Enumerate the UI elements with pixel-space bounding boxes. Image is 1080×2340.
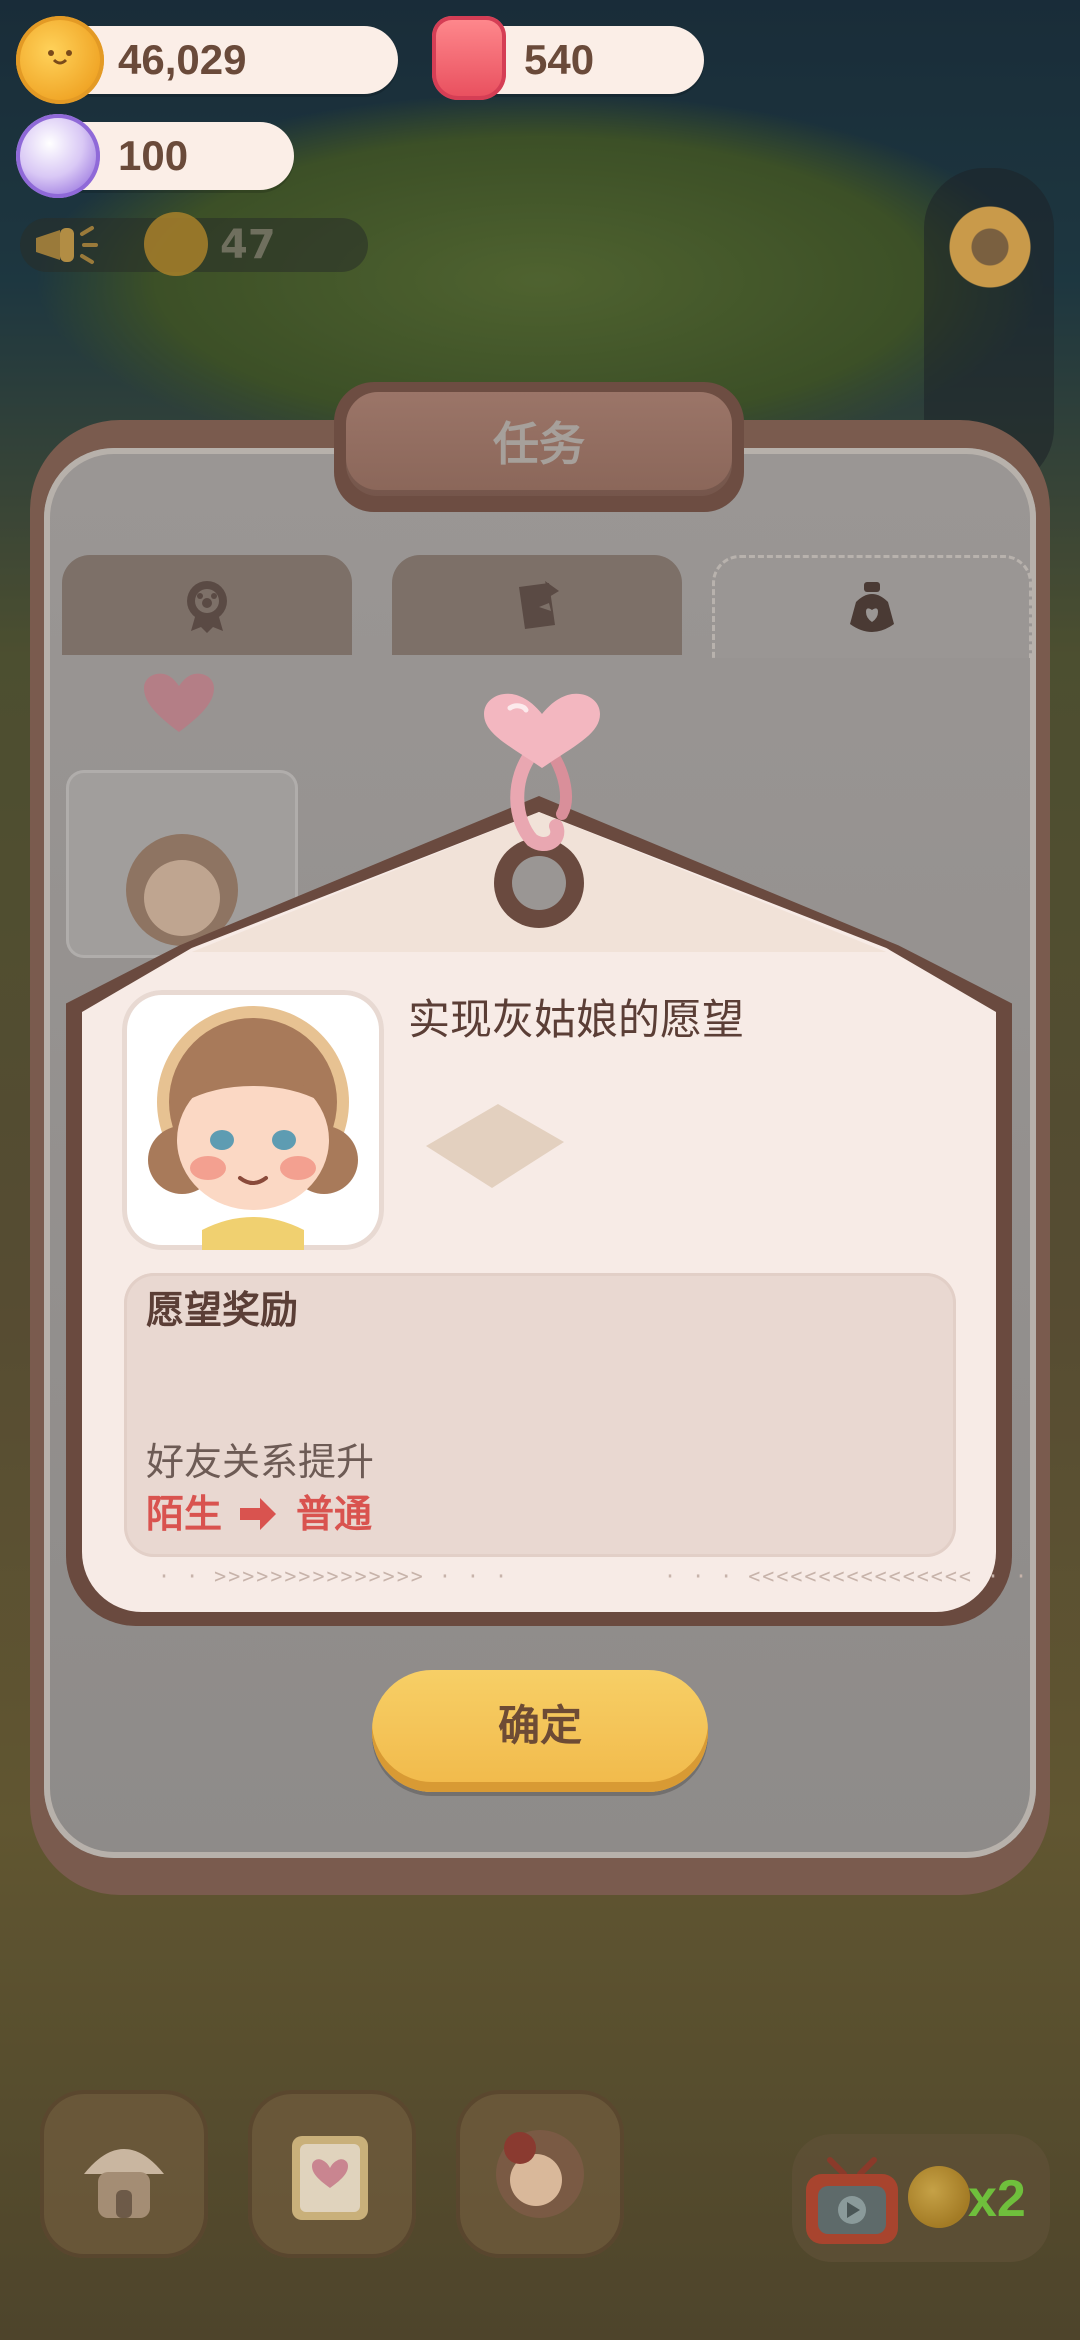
candy-count: 100 xyxy=(118,132,189,179)
confirm-button[interactable]: 确定 xyxy=(372,1670,708,1792)
tab-achievements[interactable] xyxy=(62,555,352,655)
tab-wishes[interactable] xyxy=(712,555,1032,658)
jam-count: 540 xyxy=(524,36,595,83)
friendship-label: 好友关系提升 xyxy=(146,1440,375,1484)
cookie-coin-icon xyxy=(908,2166,970,2228)
clipboard-icon xyxy=(519,581,559,629)
diary-icon xyxy=(292,2136,368,2220)
relation-from: 陌生 xyxy=(146,1492,223,1536)
announce-count: 47 xyxy=(220,222,276,268)
cookie-coin-icon xyxy=(16,16,104,104)
candy-icon xyxy=(16,114,100,198)
tab-tasks[interactable] xyxy=(392,555,682,655)
megaphone-icon xyxy=(36,226,98,264)
wish-title: 实现灰姑娘的愿望 xyxy=(408,995,745,1044)
house-button[interactable] xyxy=(40,2090,208,2258)
wish-bottle-icon xyxy=(850,582,894,632)
ad-multiplier: x2 xyxy=(968,2170,1026,2228)
heart-icon xyxy=(144,673,214,732)
dialog-title: 任务 xyxy=(493,417,585,471)
character-icon xyxy=(496,2130,584,2218)
diary-button[interactable] xyxy=(248,2090,416,2258)
jam-jar-icon xyxy=(432,16,506,100)
gear-icon[interactable] xyxy=(948,205,1032,289)
cinderella-portrait xyxy=(122,990,384,1250)
tv-ad-icon xyxy=(806,2157,898,2244)
duck-icon xyxy=(144,212,208,276)
deco-arrows-right: · · · <<<<<<<<<<<<<<<< · · xyxy=(664,1564,1030,1588)
paper-scrap-icon xyxy=(426,1104,564,1188)
house-icon xyxy=(84,2149,164,2218)
heart-charm-icon xyxy=(484,693,600,851)
cookie-count: 46,029 xyxy=(118,36,247,83)
reward-header: 愿望奖励 xyxy=(146,1288,299,1332)
announcement-bar[interactable]: 47 xyxy=(20,212,368,276)
badge-icon xyxy=(187,581,227,633)
arrow-right-icon xyxy=(240,1498,276,1530)
deco-arrows-left: · · >>>>>>>>>>>>>>> · · · xyxy=(158,1564,510,1588)
relation-to: 普通 xyxy=(296,1492,373,1536)
character-button[interactable] xyxy=(456,2090,624,2258)
